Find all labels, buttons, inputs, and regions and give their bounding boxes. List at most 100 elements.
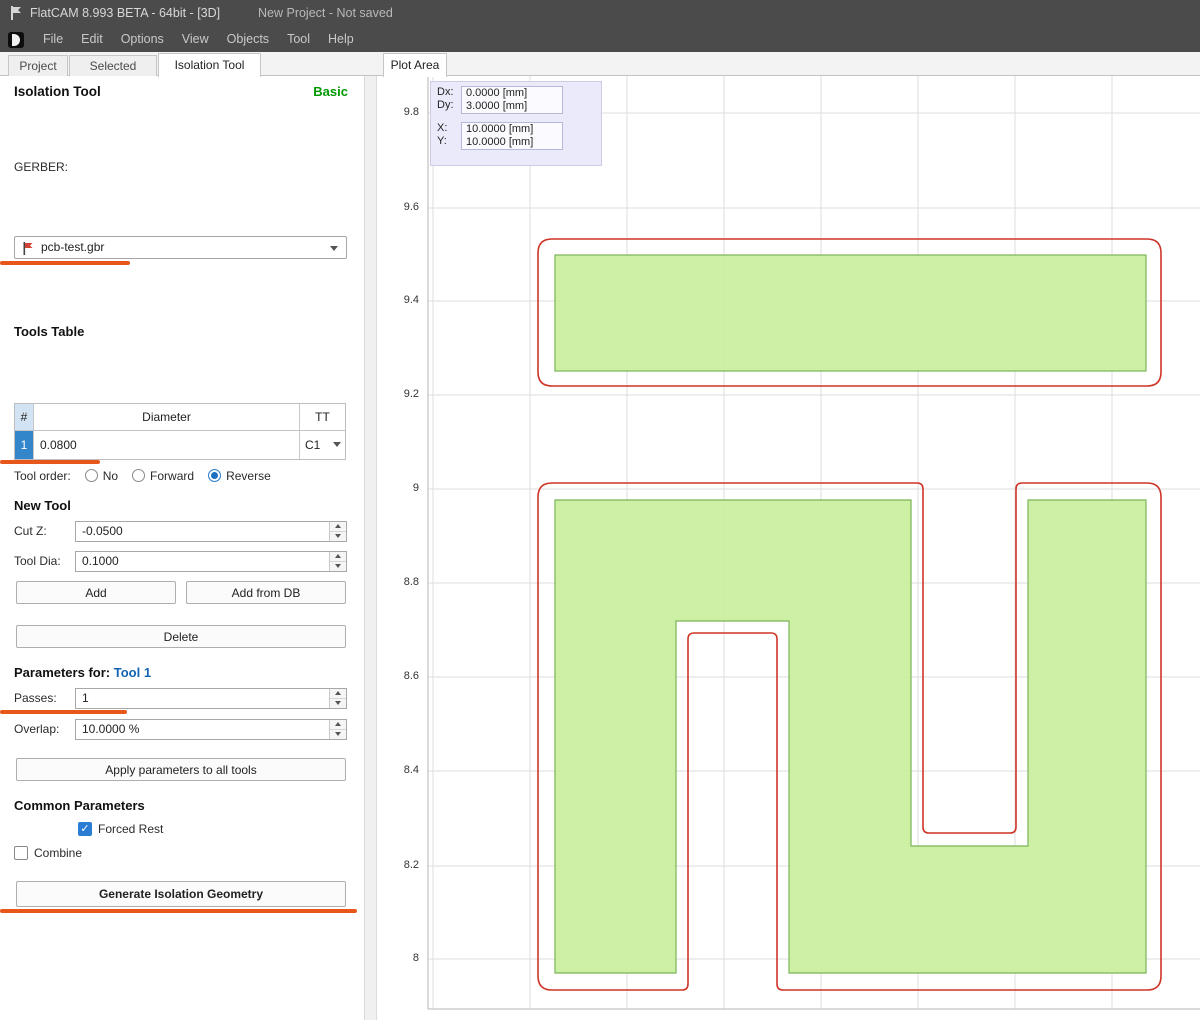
tool-dia-label: Tool Dia: bbox=[14, 554, 61, 568]
tool-number-cell[interactable]: 1 bbox=[15, 431, 34, 459]
spin-up-icon[interactable] bbox=[330, 522, 346, 532]
menu-bar: File Edit Options View Objects Tool Help bbox=[0, 27, 1200, 52]
radio-icon bbox=[132, 469, 146, 482]
header-diameter: Diameter bbox=[34, 404, 300, 430]
apply-parameters-button[interactable]: Apply parameters to all tools bbox=[16, 758, 346, 781]
forced-rest-label: Forced Rest bbox=[98, 822, 164, 836]
dy-label: Dy: bbox=[437, 99, 454, 111]
overlap-spinner[interactable]: 10.0000 % bbox=[75, 719, 347, 740]
spin-up-icon[interactable] bbox=[330, 552, 346, 562]
x-value: 10.0000 [mm] bbox=[466, 123, 534, 135]
tab-plot-area[interactable]: Plot Area bbox=[383, 53, 447, 77]
header-tt: TT bbox=[315, 410, 330, 424]
coords-hud: Dx: Dy: 0.0000 [mm] 3.0000 [mm] X: Y: 10… bbox=[430, 81, 602, 166]
tool-order-radio-forward[interactable]: Forward bbox=[132, 469, 194, 483]
spin-down-icon[interactable] bbox=[330, 699, 346, 709]
y-tick: 9.8 bbox=[403, 106, 419, 118]
plot-canvas[interactable]: 9.8 9.6 9.4 9.2 9 8.8 8.6 8.4 8.2 8 Dx: … bbox=[377, 76, 1200, 1020]
tool-dia-spinner[interactable]: 0.1000 bbox=[75, 551, 347, 572]
cut-z-spinner[interactable]: -0.0500 bbox=[75, 521, 347, 542]
add-from-db-button[interactable]: Add from DB bbox=[186, 581, 346, 604]
menu-item-file[interactable]: File bbox=[34, 27, 72, 52]
header-num: # bbox=[15, 404, 34, 430]
tool-order-radio-no[interactable]: No bbox=[84, 468, 119, 483]
tools-table-row: 1 0.0800 C1 bbox=[15, 431, 345, 459]
spin-down-icon[interactable] bbox=[330, 562, 346, 572]
dx-label: Dx: bbox=[437, 86, 454, 98]
radio-label: Forward bbox=[150, 468, 195, 483]
new-tool-heading: New Tool bbox=[14, 498, 71, 513]
y-tick: 9.2 bbox=[403, 388, 419, 400]
tool-dia-value[interactable]: 0.1000 bbox=[82, 552, 119, 571]
radio-label: Reverse bbox=[226, 468, 271, 483]
y-tick: 8.8 bbox=[403, 576, 419, 588]
y-tick: 8.2 bbox=[403, 859, 419, 871]
hud-delta-group: Dx: Dy: 0.0000 [mm] 3.0000 [mm] bbox=[437, 86, 601, 114]
common-parameters-heading: Common Parameters bbox=[14, 798, 145, 813]
app-logo-icon bbox=[8, 5, 24, 21]
flatcam-window: FlatCAM 8.993 BETA - 64bit - [3D] New Pr… bbox=[0, 0, 1200, 1020]
tab-row: Project Selected Isolation Tool Plot Are… bbox=[0, 52, 1200, 77]
menu-item-edit[interactable]: Edit bbox=[72, 27, 112, 52]
checkbox-icon: ✓ bbox=[78, 822, 92, 836]
y-tick: 8.4 bbox=[403, 764, 419, 776]
tab-isolation-tool[interactable]: Isolation Tool bbox=[158, 53, 261, 77]
gerber-selected-value: pcb-test.gbr bbox=[41, 240, 105, 254]
delete-tool-button[interactable]: Delete bbox=[16, 625, 346, 648]
menu-item-tool[interactable]: Tool bbox=[278, 27, 319, 52]
parameters-heading: Parameters for: Tool 1 bbox=[14, 665, 151, 680]
y-tick: 9 bbox=[412, 482, 419, 494]
radio-label: No bbox=[102, 468, 119, 483]
gerber-label: GERBER: bbox=[14, 160, 69, 174]
title-bar: FlatCAM 8.993 BETA - 64bit - [3D] New Pr… bbox=[0, 0, 1200, 27]
cut-z-label: Cut Z: bbox=[14, 524, 47, 538]
overlap-value[interactable]: 10.0000 % bbox=[82, 720, 139, 739]
copper-trace-bottom bbox=[554, 499, 1147, 974]
forced-rest-checkbox[interactable]: ✓ Forced Rest bbox=[78, 822, 163, 836]
tools-table-heading: Tools Table bbox=[14, 324, 85, 339]
generate-isolation-button[interactable]: Generate Isolation Geometry bbox=[16, 881, 346, 907]
menu-item-options[interactable]: Options bbox=[112, 27, 173, 52]
annotation-underline-gerber bbox=[0, 261, 130, 265]
chevron-down-icon bbox=[330, 246, 338, 251]
copper-trace-top bbox=[554, 254, 1147, 372]
y-value: 10.0000 [mm] bbox=[466, 136, 534, 148]
overlap-label: Overlap: bbox=[14, 722, 60, 736]
menu-item-view[interactable]: View bbox=[173, 27, 218, 52]
window-subtitle: New Project - Not saved bbox=[258, 6, 393, 20]
y-tick: 8.6 bbox=[403, 670, 419, 682]
menu-item-objects[interactable]: Objects bbox=[218, 27, 278, 52]
y-tick: 8 bbox=[412, 952, 419, 964]
radio-icon bbox=[208, 469, 222, 482]
spin-down-icon[interactable] bbox=[330, 730, 346, 740]
tool-type-select[interactable]: C1 bbox=[300, 431, 345, 459]
pane-splitter[interactable] bbox=[365, 76, 377, 1020]
add-tool-button[interactable]: Add bbox=[16, 581, 176, 604]
annotation-underline-tool-row bbox=[0, 460, 100, 464]
project-window-icon[interactable] bbox=[8, 31, 24, 48]
plot-svg bbox=[427, 76, 1200, 1010]
tool-type-value: C1 bbox=[305, 438, 321, 452]
spin-down-icon[interactable] bbox=[330, 532, 346, 542]
isolation-tool-panel: Isolation Tool Basic GERBER: pcb-test.gb… bbox=[0, 76, 365, 1020]
passes-label: Passes: bbox=[14, 691, 57, 705]
passes-spinner[interactable]: 1 bbox=[75, 688, 347, 709]
tab-selected[interactable]: Selected bbox=[69, 55, 157, 76]
combine-label: Combine bbox=[34, 846, 83, 860]
passes-value[interactable]: 1 bbox=[82, 689, 89, 708]
tool-order-label: Tool order: bbox=[14, 468, 71, 483]
gerber-object-select[interactable]: pcb-test.gbr bbox=[14, 236, 347, 259]
spin-up-icon[interactable] bbox=[330, 720, 346, 730]
combine-checkbox[interactable]: Combine bbox=[14, 846, 82, 860]
radio-icon bbox=[84, 469, 98, 482]
menu-item-help[interactable]: Help bbox=[319, 27, 363, 52]
window-title: FlatCAM 8.993 BETA - 64bit - [3D] bbox=[30, 6, 221, 20]
tool-diameter-cell[interactable]: 0.0800 bbox=[34, 431, 300, 459]
cut-z-value[interactable]: -0.0500 bbox=[82, 522, 123, 541]
tool-order-radio-reverse[interactable]: Reverse bbox=[208, 469, 271, 483]
tools-table-header-row: # Diameter TT bbox=[15, 404, 345, 431]
spin-up-icon[interactable] bbox=[330, 689, 346, 699]
panel-title: Isolation Tool bbox=[14, 84, 101, 99]
parameters-tool-name: Tool 1 bbox=[113, 665, 152, 680]
tab-project[interactable]: Project bbox=[8, 55, 68, 76]
